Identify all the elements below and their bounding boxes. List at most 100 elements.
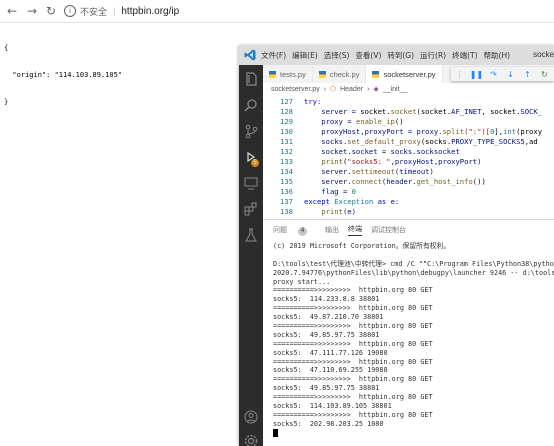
terminal-line: (c) 2019 Microsoft Corporation。保留所有权利。 — [273, 242, 451, 250]
code-line[interactable]: 131 socks.set_default_proxy(socks.PROXY_… — [263, 137, 554, 147]
terminal-line: ==========>>>>>>>>> httpbin.org 80 GET — [273, 322, 433, 331]
forward-arrow-icon[interactable]: → — [24, 3, 40, 19]
menu-go[interactable]: 转到(G) — [387, 50, 414, 61]
code-line[interactable]: 134 server.settimeout(timeout) — [263, 167, 554, 177]
code-line[interactable]: 137 except Exception as e: — [263, 197, 554, 207]
back-arrow-icon[interactable]: ← — [4, 3, 20, 19]
step-over-icon[interactable]: ↷ — [485, 70, 502, 79]
terminal-prompt[interactable] — [273, 428, 554, 438]
testing-icon[interactable] — [243, 227, 259, 243]
terminal-line: socks5: 49.85.97.75 38801 — [273, 330, 380, 339]
line-number: 131 — [280, 137, 293, 146]
code-line[interactable]: 133 print("socks5: ",proxyHost,proxyPort… — [263, 157, 554, 167]
code-line[interactable]: 129 proxy = enable_ip() — [263, 117, 554, 127]
terminal-line: ==========>>>>>>>>> httpbin.org 80 GET — [273, 339, 433, 348]
tab-problems[interactable]: 问题 4 — [273, 225, 316, 236]
tab-label: check.py — [329, 69, 360, 79]
terminal-output[interactable]: (c) 2019 Microsoft Corporation。保留所有权利。 D:… — [273, 242, 554, 438]
code-line[interactable]: 135 server.connect(header.get_host_info(… — [263, 177, 554, 187]
code-line[interactable]: 128 server = socket.socket(socket.AF_INE… — [263, 107, 554, 117]
breadcrumb: socketserver.py › ⬡ Header › ◈ __init__ — [263, 83, 554, 95]
menu-run[interactable]: 运行(R) — [420, 50, 446, 61]
explorer-icon[interactable] — [243, 71, 259, 87]
pause-icon[interactable]: ❚❚ — [468, 70, 485, 79]
extensions-icon[interactable] — [243, 201, 259, 217]
json-line: "origin": "114.103.89.105" — [4, 71, 123, 79]
code-text: server = socket.socket(socket.AF_INET, s… — [304, 107, 542, 117]
reload-icon[interactable]: ↻ — [43, 3, 59, 19]
url-text[interactable]: httpbin.org/ip — [121, 6, 179, 17]
code-text: proxy = enable_ip() — [304, 117, 403, 127]
terminal-line: D:\tools\test\代理池\中转代理> cmd /C ""C:\Prog… — [273, 259, 554, 268]
tab-socketserver[interactable]: socketserver.py — [366, 65, 443, 83]
terminal-line: socks5: 47.110.69.255 19080 — [273, 366, 388, 375]
code-token: ,proxyHost,proxyPort) — [390, 157, 482, 166]
code-line[interactable]: 138 print(e) — [263, 207, 554, 217]
line-number: 130 — [280, 127, 293, 136]
debug-toolbar: ⋮ ❚❚ ↷ ↓ ↑ ↻ — [451, 67, 554, 81]
code-line[interactable]: 130 proxyHost,proxyPort = proxy.split(":… — [263, 127, 554, 137]
menu-help[interactable]: 帮助(H) — [484, 50, 511, 61]
source-control-icon[interactable] — [243, 123, 259, 139]
menu-terminal[interactable]: 终端(T) — [452, 50, 477, 61]
code-token: except — [304, 197, 335, 206]
account-icon[interactable] — [243, 409, 259, 425]
terminal-line: ==========>>>>>>>>> httpbin.org 80 GET — [273, 410, 433, 419]
code-token: SOCK_ — [520, 107, 543, 116]
breadcrumb-class[interactable]: Header — [340, 86, 363, 93]
breadcrumb-method[interactable]: __init__ — [383, 86, 408, 93]
code-line[interactable]: 127 try: — [263, 97, 554, 107]
menu-selection[interactable]: 选择(S) — [324, 50, 350, 61]
info-icon[interactable]: i — [64, 5, 76, 17]
code-token: settimeout — [351, 167, 395, 176]
menu-view[interactable]: 查看(V) — [355, 50, 381, 61]
code-editor[interactable]: 127 try: 128 server = socket.socket(socket… — [263, 95, 554, 219]
tab-check[interactable]: check.py — [313, 65, 367, 83]
json-response: { "origin": "114.103.89.105" } — [4, 26, 122, 116]
step-into-icon[interactable]: ↓ — [502, 70, 519, 79]
breadcrumb-file[interactable]: socketserver.py — [271, 86, 320, 93]
code-line[interactable]: 132 socket.socket = socks.socksocket — [263, 147, 554, 157]
panel-tabs: 问题 4 输出 终端 调试控制台 — [273, 224, 415, 236]
terminal-line: ==========>>>>>>>>> httpbin.org 80 GET — [273, 357, 433, 366]
tab-label: socketserver.py — [383, 69, 436, 79]
class-symbol-icon: ⬡ — [329, 86, 337, 93]
tab-output[interactable]: 输出 — [325, 225, 339, 235]
code-token: (socks. — [420, 137, 452, 146]
tab-debug-console[interactable]: 调试控制台 — [371, 225, 406, 235]
menu-edit[interactable]: 编辑(E) — [292, 50, 318, 61]
code-token: e: — [390, 197, 400, 206]
gear-icon[interactable] — [243, 433, 259, 446]
terminal-line: proxy start... — [273, 277, 331, 286]
code-token: set_default_proxy — [347, 137, 421, 146]
step-out-icon[interactable]: ↑ — [519, 70, 536, 79]
code-line[interactable]: 136 flag = 0 — [263, 187, 554, 197]
json-line: { — [4, 44, 9, 52]
problems-count-badge: 4 — [298, 226, 307, 236]
terminal-line: socks5: 49.85.97.75 38801 — [273, 384, 380, 393]
code-text: proxyHost,proxyPort = proxy.split(":")[0… — [304, 127, 542, 137]
code-token: proxy = — [304, 117, 356, 126]
code-token: print — [321, 157, 343, 166]
breadcrumb-separator: › — [367, 85, 370, 93]
code-token: print — [321, 207, 343, 216]
remote-explorer-icon[interactable] — [243, 175, 259, 191]
tab-tests[interactable]: tests.py — [263, 65, 313, 83]
address-bar[interactable]: i 不安全 | httpbin.org/ip — [64, 3, 179, 19]
code-token: server = — [304, 107, 361, 116]
vscode-window: 文件(F) 编辑(E) 选择(S) 查看(V) 转到(G) 运行(R) 终端(T… — [239, 45, 554, 446]
code-text: print(e) — [304, 207, 356, 217]
tab-terminal[interactable]: 终端 — [348, 224, 362, 236]
code-token: (e) — [342, 207, 356, 216]
method-symbol-icon: ◈ — [373, 86, 379, 93]
menu-file[interactable]: 文件(F) — [261, 50, 286, 61]
restart-icon[interactable]: ↻ — [536, 70, 553, 79]
terminal-line: 2020.7.94776\pythonFiles\lib\python\debu… — [273, 268, 554, 277]
drag-handle-icon[interactable]: ⋮ — [451, 70, 468, 79]
line-number: 138 — [280, 207, 293, 216]
code-token: as — [373, 197, 391, 206]
search-icon[interactable] — [243, 97, 259, 113]
code-token: ,ad — [524, 137, 538, 146]
